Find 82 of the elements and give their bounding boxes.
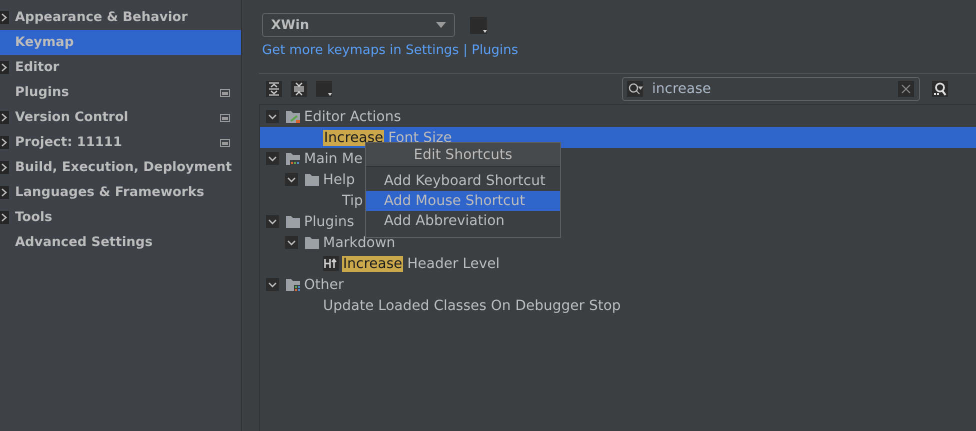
settings-category[interactable]: Editor [0,55,241,80]
chevron-right-icon[interactable] [0,111,9,124]
search-field[interactable]: increase [622,77,920,101]
settings-category[interactable]: Plugins [0,80,241,105]
menu-item[interactable]: Add Mouse Shortcut [366,191,560,211]
expand-all-icon[interactable] [266,81,282,97]
tree-row[interactable]: Help [260,169,355,190]
chevron-icon[interactable] [266,110,279,123]
folder-icon [285,151,301,166]
tree-label: Tip [342,192,363,208]
tree-label: Font Size [388,130,452,146]
tree-row[interactable]: Editor Actions [260,106,402,127]
search-icon[interactable] [627,81,643,97]
tree-label: Header Level [407,256,500,272]
folder-icon [285,109,301,124]
folder-icon [285,277,301,292]
tree-label: Main Me [304,150,363,166]
chevron-right-icon[interactable] [0,61,9,74]
collapse-all-icon[interactable] [291,81,307,97]
chevron-icon[interactable] [266,215,279,228]
chevron-right-icon[interactable] [0,186,9,199]
menu-item[interactable]: Add Abbreviation [366,211,560,231]
tree-row[interactable]: Increase Font Size [260,127,976,148]
chevron-icon[interactable] [285,173,298,186]
window-icon [220,138,230,146]
category-label: Tools [15,210,54,225]
category-label: Version Control [15,110,130,125]
chevron-right-icon[interactable] [0,11,9,24]
chevron-right-icon[interactable] [0,136,9,149]
tree-row[interactable]: Tip [260,190,363,211]
tree-row[interactable]: Plugins [260,211,354,232]
chevron-icon[interactable] [266,278,279,291]
tree-label: Editor Actions [304,108,402,124]
settings-category[interactable]: Project: 11111 [0,130,241,155]
tree-row[interactable]: Markdown [260,232,396,253]
settings-category[interactable]: Appearance & Behavior [0,5,241,30]
category-label: Keymap [15,35,75,50]
category-label: Languages & Frameworks [15,185,206,200]
tree-label: Plugins [304,214,354,230]
keymaps-link[interactable]: Get more keymaps in Settings | Plugins [262,43,518,61]
keymap-dropdown[interactable]: XWin [262,13,455,37]
menu-title: Edit Shortcuts [366,143,560,167]
category-label: Build, Execution, Deployment [15,160,233,175]
folder-icon [304,235,320,250]
tree-row[interactable]: Update Loaded Classes On Debugger Stop [260,295,621,316]
tree-row[interactable]: Increase Header Level [260,253,500,274]
caret-icon [483,30,487,32]
tree-label: Markdown [323,234,396,250]
header-level-icon [323,256,339,271]
settings-category[interactable]: Tools [0,205,241,230]
category-label: Editor [15,60,60,75]
clear-icon[interactable] [898,81,914,97]
tree-label: Help [323,172,355,188]
options-button[interactable] [470,16,487,34]
tree-label: Other [304,276,344,292]
chevron-icon[interactable] [285,236,298,249]
folder-icon [304,172,320,187]
settings-category[interactable]: Keymap [0,30,241,55]
chevron-right-icon[interactable] [0,211,9,224]
search-match: Increase [342,256,404,272]
category-label: Project: 11111 [15,135,124,150]
settings-category[interactable]: Build, Execution, Deployment [0,155,241,180]
menu-item[interactable]: Add Keyboard Shortcut [366,171,560,191]
category-label: Plugins [15,85,70,100]
filter-button[interactable] [316,81,332,97]
tree-row[interactable]: Other [260,274,344,295]
caret-icon [436,22,446,28]
search-match: Increase [323,130,384,146]
window-icon [220,114,230,122]
category-label: Appearance & Behavior [15,10,189,25]
folder-icon [285,214,301,229]
window-icon [220,88,230,96]
chevron-icon[interactable] [266,152,279,165]
settings-category[interactable]: Advanced Settings [0,230,241,255]
settings-category[interactable]: Languages & Frameworks [0,180,241,205]
caret-icon [328,93,332,96]
tree-row[interactable]: Main Me [260,148,363,169]
chevron-right-icon[interactable] [0,161,9,174]
settings-category[interactable]: Version Control [0,105,241,130]
find-by-shortcut-icon[interactable] [932,81,948,97]
tree-label: Update Loaded Classes On Debugger Stop [323,298,621,314]
category-label: Advanced Settings [15,235,154,250]
